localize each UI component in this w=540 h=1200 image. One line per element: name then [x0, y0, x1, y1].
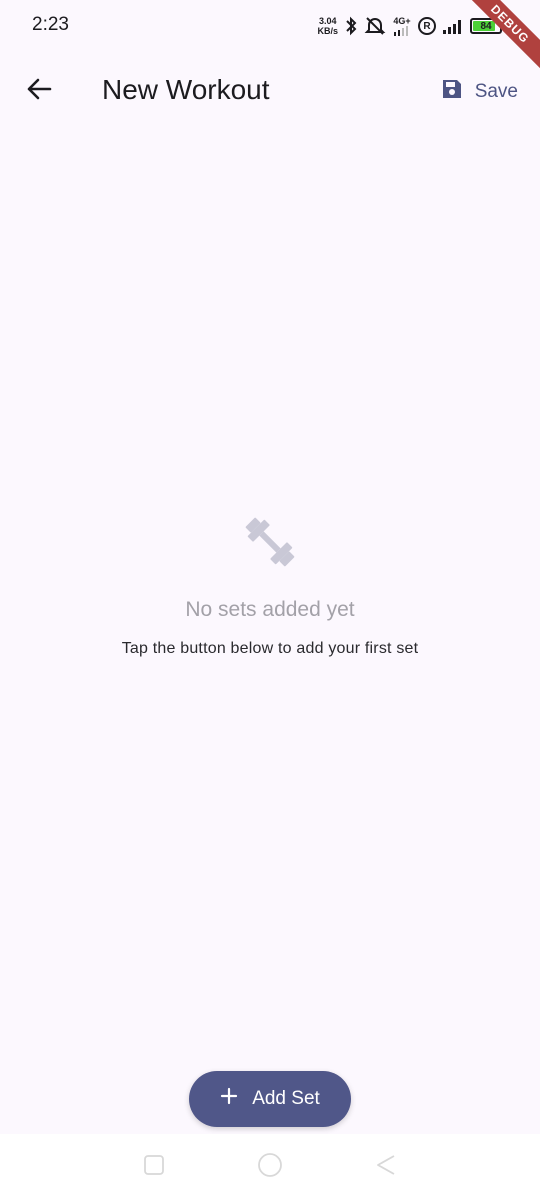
battery-level: 84	[480, 20, 492, 32]
signal-icon	[442, 18, 464, 34]
system-nav-bar	[0, 1134, 540, 1200]
recents-icon	[142, 1153, 166, 1182]
save-label: Save	[474, 81, 518, 102]
save-icon	[441, 78, 463, 106]
add-set-label: Add Set	[252, 1088, 320, 1109]
status-icons: 3.04 KB/s 4G+ R 84	[317, 14, 502, 38]
arrow-back-icon	[26, 76, 52, 107]
page-title: New Workout	[102, 74, 270, 105]
back-button[interactable]	[16, 68, 62, 114]
back-nav-button[interactable]	[373, 1154, 399, 1180]
network-speed: 3.04 KB/s	[317, 16, 338, 36]
home-icon	[257, 1152, 283, 1183]
recents-button[interactable]	[141, 1154, 167, 1180]
back-triangle-icon	[374, 1153, 398, 1182]
network-speed-value: 3.04	[318, 16, 337, 26]
status-bar: 2:23 3.04 KB/s 4G+ R 84	[0, 0, 540, 52]
network-speed-unit: KB/s	[317, 26, 338, 36]
bluetooth-icon	[344, 16, 358, 36]
mute-icon	[364, 16, 386, 36]
home-button[interactable]	[257, 1152, 283, 1183]
app-bar: New Workout Save	[0, 52, 540, 130]
save-button[interactable]: Save	[431, 72, 528, 112]
empty-state-subtitle: Tap the button below to add your first s…	[121, 640, 419, 657]
empty-state-title: No sets added yet	[185, 598, 355, 621]
roaming-icon: R	[418, 17, 436, 35]
network-4g-icon: 4G+	[392, 15, 412, 36]
fitness-center-icon	[238, 510, 302, 574]
network-type-label: 4G+	[393, 15, 411, 26]
plus-icon	[220, 1087, 238, 1111]
add-set-button[interactable]: Add Set	[189, 1071, 351, 1127]
empty-state: No sets added yet Tap the button below t…	[0, 510, 540, 658]
status-time: 2:23	[32, 14, 69, 35]
